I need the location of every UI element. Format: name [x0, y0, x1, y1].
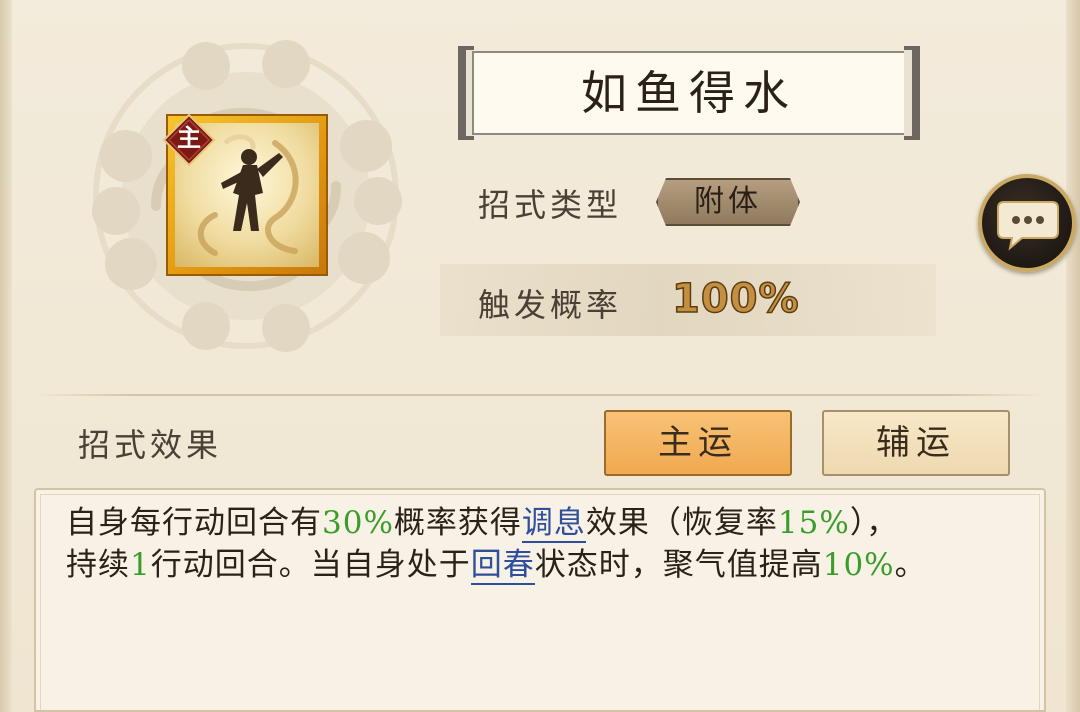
tab-aux-mode[interactable]: 辅运 [822, 410, 1010, 476]
section-divider [34, 394, 1044, 396]
trigger-probability-value: 100% [671, 275, 800, 323]
desc-segment: 自身每行动回合有 [66, 505, 322, 541]
desc-value-qi: 10% [822, 547, 895, 583]
skill-description-panel: 自身每行动回合有30%概率获得调息效果（恢复率15%）， 持续1行动回合。当自身处… [34, 488, 1046, 712]
skill-type-badge: 附体 [656, 178, 800, 226]
desc-segment: 持续 [66, 547, 130, 583]
skill-title-plate: 如鱼得水 [458, 46, 920, 140]
chat-bubble-icon [997, 201, 1059, 251]
panel-left-edge [0, 0, 12, 712]
desc-segment: ）， [849, 505, 899, 541]
skill-description: 自身每行动回合有30%概率获得调息效果（恢复率15%）， 持续1行动回合。当自身处… [66, 502, 1026, 586]
desc-segment: 概率获得 [393, 505, 522, 541]
title-box: 如鱼得水 [472, 51, 906, 135]
skill-effect-label: 招式效果 [78, 426, 223, 464]
desc-value-recovery: 15% [777, 505, 850, 541]
desc-segment: 行动回合。当自身处于 [150, 547, 471, 583]
skill-type-value: 附体 [694, 184, 762, 219]
chat-button[interactable] [978, 174, 1076, 272]
skill-type-label: 招式类型 [478, 186, 623, 224]
skill-title: 如鱼得水 [581, 66, 797, 120]
master-badge-label: 主 [177, 124, 201, 152]
desc-segment: 状态时，聚气值提高 [534, 547, 823, 583]
desc-value-duration: 1 [130, 547, 151, 583]
desc-link-huichun[interactable]: 回春 [470, 547, 535, 585]
master-badge: 主 [162, 113, 216, 167]
tab-main-mode[interactable]: 主运 [604, 410, 792, 476]
desc-segment: 。 [894, 547, 927, 583]
title-bracket-right [904, 46, 920, 140]
desc-value-chance: 30% [322, 505, 394, 541]
desc-segment: 效果（恢复率 [585, 505, 778, 541]
trigger-probability-label: 触发概率 [478, 286, 623, 324]
desc-link-tiaoxi[interactable]: 调息 [521, 505, 586, 543]
panel-right-edge [1066, 0, 1080, 712]
skill-detail-panel: 主 如鱼得水 招式类型 附体 触发概率 100% 招式效果 主运 辅运 自身每行… [0, 0, 1080, 712]
